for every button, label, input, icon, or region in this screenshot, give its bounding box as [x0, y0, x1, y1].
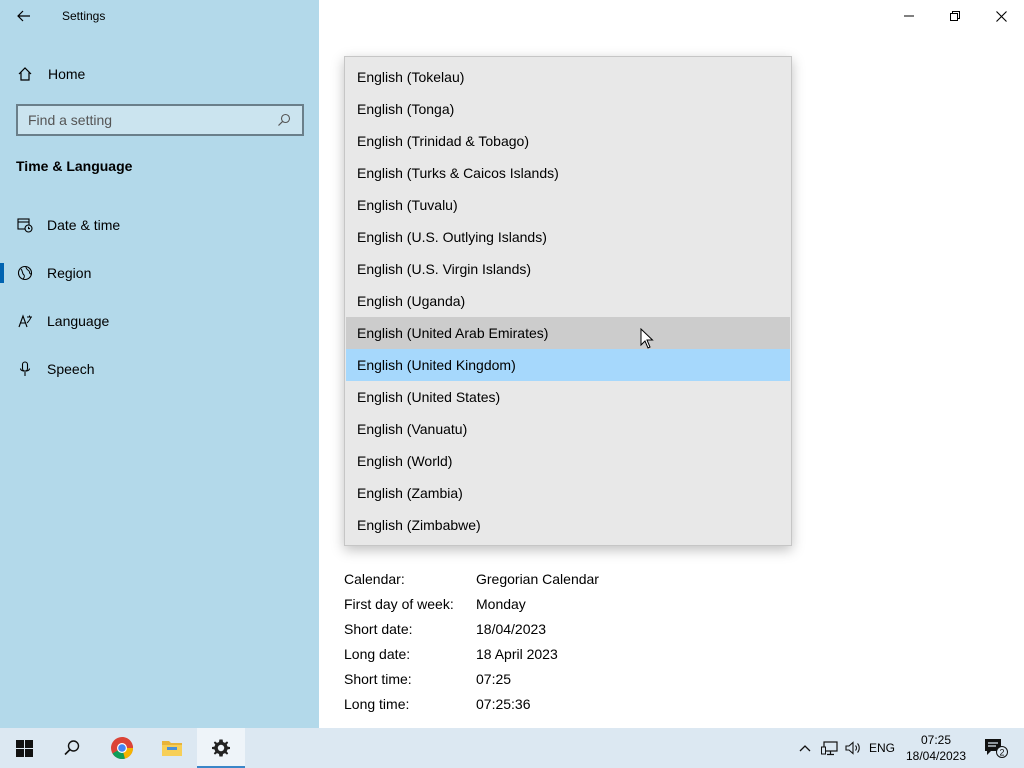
dropdown-option[interactable]: English (Tuvalu)	[346, 189, 790, 221]
action-center-button[interactable]: 2	[976, 728, 1016, 768]
sidebar-item-label: Language	[47, 313, 110, 329]
minimize-icon	[904, 15, 914, 17]
notification-count: 2	[999, 748, 1004, 758]
dropdown-option[interactable]: English (Tokelau)	[346, 61, 790, 93]
info-key: Short date:	[344, 620, 413, 637]
globe-icon	[16, 264, 34, 282]
window-title: Settings	[62, 9, 106, 23]
dropdown-option-selected[interactable]: English (United Kingdom)	[346, 349, 790, 381]
network-button[interactable]	[818, 728, 842, 768]
calendar-clock-icon	[16, 216, 34, 234]
info-value: 18 April 2023	[476, 645, 558, 662]
back-arrow-icon	[17, 10, 30, 22]
sidebar-item-label: Region	[47, 265, 92, 281]
taskbar-search-button[interactable]	[48, 728, 96, 768]
info-key: Long date:	[344, 645, 411, 662]
info-row-long-date: Long date: 18 April 2023	[344, 641, 599, 666]
info-row-first-day: First day of week: Monday	[344, 591, 599, 616]
clock-date: 18/04/2023	[905, 749, 967, 763]
sidebar-item-label: Date & time	[47, 217, 121, 233]
search-box[interactable]	[16, 104, 304, 136]
info-key: Short time:	[344, 670, 412, 687]
sidebar-item-home[interactable]: Home	[0, 56, 319, 92]
restore-button[interactable]	[932, 0, 978, 32]
chrome-icon	[111, 737, 134, 760]
sidebar-item-date-time[interactable]: Date & time	[0, 205, 319, 245]
input-language-indicator[interactable]: ENG	[866, 728, 898, 768]
regional-format-data: Calendar: Gregorian Calendar First day o…	[344, 566, 599, 716]
taskbar-chrome-button[interactable]	[98, 728, 146, 768]
search-icon	[64, 740, 80, 756]
sidebar-item-language[interactable]: Language	[0, 301, 319, 341]
chevron-up-icon	[799, 745, 811, 752]
dropdown-option[interactable]: English (Zimbabwe)	[346, 509, 790, 541]
network-icon	[821, 741, 838, 756]
language-icon	[16, 312, 34, 330]
search-input[interactable]	[28, 112, 276, 128]
info-value: 07:25	[476, 670, 512, 687]
taskbar-settings-button[interactable]	[197, 728, 245, 768]
dropdown-option[interactable]: English (Zambia)	[346, 477, 790, 509]
dropdown-option[interactable]: English (World)	[346, 445, 790, 477]
info-key: Long time:	[344, 695, 410, 712]
info-key: Calendar:	[344, 570, 405, 587]
minimize-button[interactable]	[886, 0, 932, 32]
regional-format-dropdown-list[interactable]: English (Tokelau) English (Tonga) Englis…	[344, 56, 792, 546]
dropdown-option[interactable]: English (United States)	[346, 381, 790, 413]
info-value: Monday	[476, 595, 526, 612]
speaker-icon	[845, 741, 860, 755]
folder-icon	[162, 741, 182, 756]
info-key: First day of week:	[344, 595, 454, 612]
settings-sidebar: Settings Home Time & Language Date & tim…	[0, 0, 319, 728]
info-row-short-time: Short time: 07:25	[344, 666, 599, 691]
close-icon	[995, 10, 1007, 22]
info-row-short-date: Short date: 18/04/2023	[344, 616, 599, 641]
info-row-calendar: Calendar: Gregorian Calendar	[344, 566, 599, 591]
back-button[interactable]	[8, 4, 40, 28]
windows-logo-icon	[15, 739, 33, 757]
clock-time: 07:25	[920, 733, 952, 747]
dropdown-option[interactable]: English (U.S. Outlying Islands)	[346, 221, 790, 253]
info-value: Gregorian Calendar	[476, 570, 599, 587]
sidebar-item-label: Speech	[47, 361, 95, 377]
taskbar-clock[interactable]: 07:25 18/04/2023	[900, 728, 972, 768]
dropdown-option[interactable]: English (Trinidad & Tobago)	[346, 125, 790, 157]
close-button[interactable]	[978, 0, 1024, 32]
info-value: 18/04/2023	[476, 620, 547, 637]
restore-icon	[950, 11, 960, 21]
dropdown-option[interactable]: English (U.S. Virgin Islands)	[346, 253, 790, 285]
dropdown-option[interactable]: English (Vanuatu)	[346, 413, 790, 445]
search-icon[interactable]	[276, 112, 292, 128]
taskbar-file-explorer-button[interactable]	[148, 728, 196, 768]
start-button[interactable]	[0, 728, 48, 768]
dropdown-option[interactable]: English (Turks & Caicos Islands)	[346, 157, 790, 189]
show-hidden-icons-button[interactable]	[794, 728, 816, 768]
dropdown-option[interactable]: English (Uganda)	[346, 285, 790, 317]
gear-icon	[212, 739, 230, 757]
section-title: Time & Language	[16, 158, 133, 174]
home-icon	[16, 65, 34, 83]
sidebar-item-region[interactable]: Region	[0, 253, 319, 293]
microphone-icon	[16, 360, 34, 378]
taskbar: ENG 07:25 18/04/2023 2	[0, 728, 1024, 768]
info-row-long-time: Long time: 07:25:36	[344, 691, 599, 716]
mouse-cursor-icon	[640, 327, 654, 353]
sidebar-item-speech[interactable]: Speech	[0, 349, 319, 389]
dropdown-option-hovered[interactable]: English (United Arab Emirates)	[346, 317, 790, 349]
volume-button[interactable]	[842, 728, 864, 768]
notifications-icon: 2	[985, 739, 1008, 758]
dropdown-option[interactable]: English (Tonga)	[346, 93, 790, 125]
sidebar-item-label: Home	[48, 66, 86, 82]
info-value: 07:25:36	[476, 695, 531, 712]
